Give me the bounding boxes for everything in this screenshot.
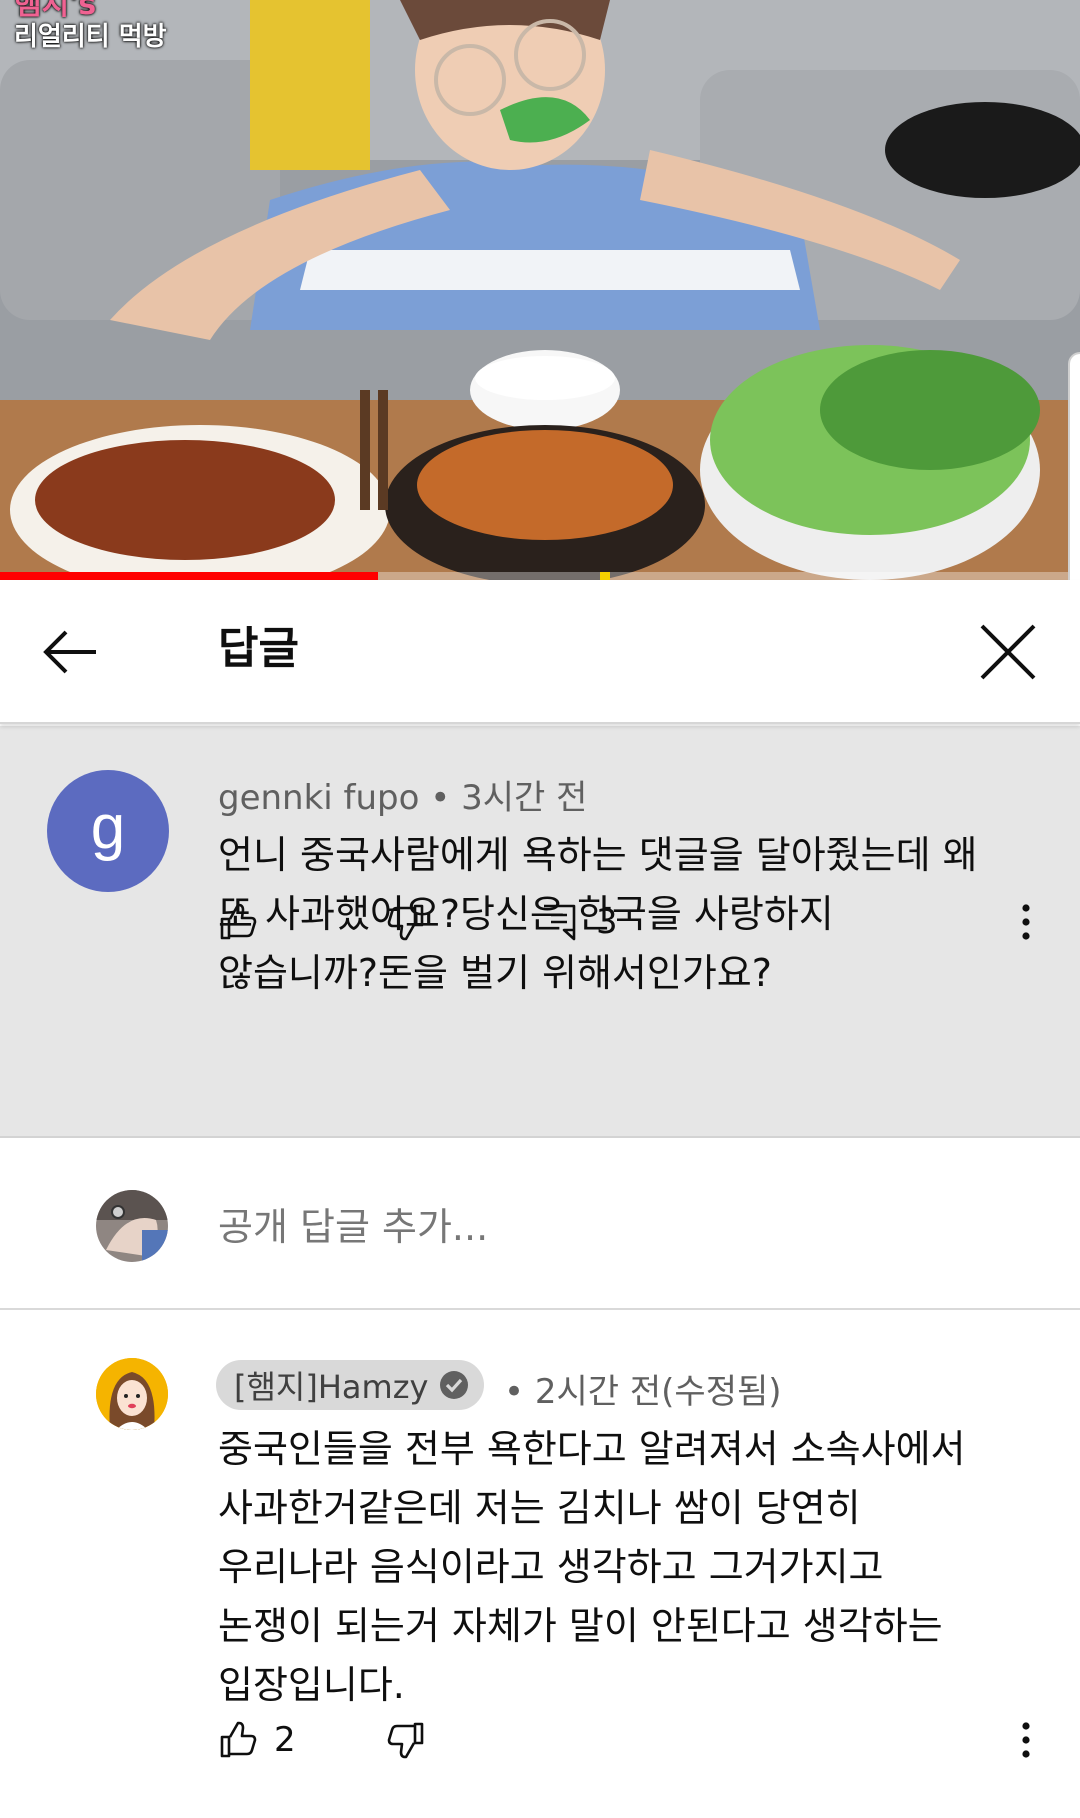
parent-comment: g gennki fupo • 3시간 전 언니 중국사람에게 욕하는 댓글을 … [0,726,1080,1138]
reply-count-button[interactable]: 3 [540,892,618,952]
channel-watermark: 햄지's 리얼리티 먹방 [14,0,167,52]
more-vert-icon [1022,904,1030,940]
thumb-up-icon [220,903,257,940]
close-button[interactable] [966,610,1050,694]
creator-avatar-image [96,1358,168,1430]
more-vert-icon [1022,1722,1030,1758]
meta-separator: • [430,778,462,818]
dislike-button[interactable] [386,1710,426,1770]
creator-reply: [햄지]Hamzy • 2시간 전(수정됨) 중국인들을 전부 욕한다고 알려져… [0,1312,1080,1818]
channel-watermark-subtitle: 리얼리티 먹방 [14,21,167,52]
video-progress-bar[interactable] [0,572,1080,580]
comment-time: 3시간 전 [461,778,588,818]
video-ad-marker [600,572,610,580]
comment-author[interactable]: gennki fupo [218,778,419,818]
reply-time: 2시간 전(수정됨) [534,1372,782,1412]
like-count: 2 [274,1720,296,1760]
meta-separator: • [504,1372,535,1412]
close-icon [980,624,1036,680]
back-button[interactable] [30,610,114,694]
thumb-down-icon [387,904,424,941]
add-reply-row [0,1140,1080,1310]
comment-meta: gennki fupo • 3시간 전 [218,770,587,819]
user-avatar [96,1190,168,1262]
arrow-back-icon [43,630,96,674]
video-player[interactable]: 햄지's 리얼리티 먹방 [0,0,1080,580]
user-avatar-image [96,1190,168,1262]
channel-watermark-name: 햄지's [14,0,97,22]
reply-count: 3 [596,902,618,942]
reply-meta: • 2시간 전(수정됨) [504,1364,782,1413]
video-progress-fill [0,572,378,580]
page-title: 답글 [218,623,299,674]
reply-menu-button[interactable] [1008,1710,1044,1770]
avatar[interactable] [96,1358,168,1430]
dislike-button[interactable] [386,892,426,952]
replies-header: 답글 [0,580,1080,724]
reply-author: [햄지]Hamzy [234,1368,429,1406]
thumb-up-icon [220,1721,257,1758]
thumb-down-icon [387,1722,424,1759]
verified-check-icon [440,1371,469,1399]
video-frame [0,0,1080,580]
reply-input[interactable] [218,1192,1018,1262]
avatar[interactable]: g [47,770,169,892]
comment-menu-button[interactable] [1008,892,1044,952]
owner-badge[interactable]: [햄지]Hamzy [216,1360,485,1410]
like-button[interactable] [218,892,258,952]
reply-text: 중국인들을 전부 욕한다고 알려져서 소속사에서 사과한거같은데 저는 김치나 … [218,1427,966,1707]
reply-icon [544,904,576,941]
like-button[interactable]: 2 [218,1710,296,1770]
